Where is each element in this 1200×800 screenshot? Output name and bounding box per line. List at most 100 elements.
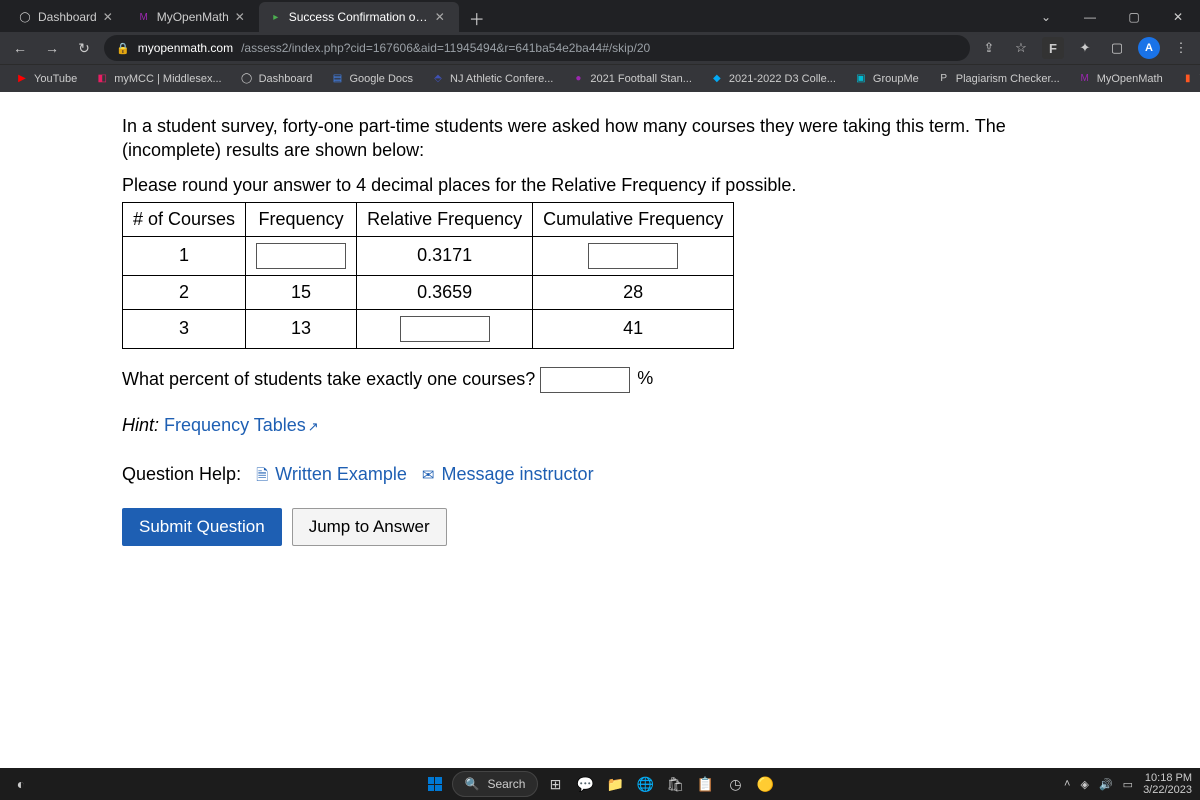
new-tab-button[interactable]: ＋ — [463, 4, 491, 32]
profile-avatar[interactable]: A — [1138, 37, 1160, 59]
close-icon[interactable]: ✕ — [103, 10, 117, 24]
system-clock[interactable]: 10:18 PM 3/22/2023 — [1143, 772, 1192, 796]
jump-button[interactable]: Jump to Answer — [292, 508, 447, 546]
url-domain: myopenmath.com — [138, 41, 233, 55]
dashboard-icon: ◯ — [240, 72, 254, 86]
bookmark-youtube[interactable]: ▶YouTube — [8, 69, 84, 89]
bookmark-d3colle[interactable]: ◆2021-2022 D3 Colle... — [703, 69, 843, 89]
rel-input-row3[interactable] — [400, 316, 490, 342]
youtube-icon: ▶ — [15, 72, 29, 86]
volume-icon[interactable]: 🔊 — [1099, 778, 1113, 791]
back-button[interactable]: ← — [8, 36, 32, 60]
start-button[interactable] — [422, 771, 448, 797]
cell-rel — [357, 309, 533, 348]
battery-icon[interactable]: ▭ — [1123, 778, 1133, 791]
close-icon[interactable]: ✕ — [435, 10, 449, 24]
vitalsource-icon: ▮ — [1181, 72, 1195, 86]
groupme-icon: ▣ — [854, 72, 868, 86]
bookmark-mymcc[interactable]: ◧myMCC | Middlesex... — [88, 69, 228, 89]
f-icon[interactable]: F — [1042, 37, 1064, 59]
table-row: 2 15 0.3659 28 — [123, 275, 734, 309]
bookmark-gdocs[interactable]: ▤Google Docs — [323, 69, 420, 89]
bookmark-vitalsource[interactable]: ▮VitalSource Booksh... — [1174, 69, 1200, 89]
maximize-button[interactable]: ▢ — [1112, 2, 1156, 32]
hint-link[interactable]: Frequency Tables↗ — [164, 415, 319, 435]
cell-cum: 41 — [533, 309, 734, 348]
col-frequency: Frequency — [246, 202, 357, 236]
external-link-icon: ↗ — [308, 419, 319, 434]
search-placeholder: Search — [487, 777, 525, 791]
bookmark-groupme[interactable]: ▣GroupMe — [847, 69, 926, 89]
close-icon[interactable]: ✕ — [235, 10, 249, 24]
question-help-row: Question Help: 🗎 Written Example ✉ Messa… — [122, 464, 1100, 490]
rounding-note: Please round your answer to 4 decimal pl… — [122, 175, 1100, 196]
bookmark-plagiarism[interactable]: PPlagiarism Checker... — [930, 69, 1067, 89]
app-icon[interactable]: 📋 — [692, 771, 718, 797]
message-instructor-link[interactable]: ✉ Message instructor — [422, 464, 594, 484]
explorer-icon[interactable]: 📁 — [602, 771, 628, 797]
clock-date: 3/22/2023 — [1143, 784, 1192, 796]
nj-icon: ⬘ — [431, 72, 445, 86]
bookmark-label: 2021 Football Stan... — [590, 73, 692, 85]
weather-widget[interactable]: ◐ — [8, 771, 34, 797]
tab-strip: ◯ Dashboard ✕ M MyOpenMath ✕ ▸ Success C… — [0, 0, 1200, 32]
cell-freq: 15 — [246, 275, 357, 309]
bookmark-football[interactable]: ●2021 Football Stan... — [564, 69, 699, 89]
reload-button[interactable]: ↻ — [72, 36, 96, 60]
percent-q-text: What percent of students take exactly on… — [122, 368, 535, 388]
cell-courses: 3 — [123, 309, 246, 348]
taskbar-search[interactable]: 🔍 Search — [452, 771, 539, 797]
cell-rel: 0.3659 — [357, 275, 533, 309]
cum-input-row1[interactable] — [588, 243, 678, 269]
chevron-down-icon[interactable]: ⌄ — [1024, 2, 1068, 32]
written-example-text: Written Example — [275, 464, 407, 484]
star-icon[interactable]: ☆ — [1010, 37, 1032, 59]
freq-input-row1[interactable] — [256, 243, 346, 269]
hint-label: Hint: — [122, 415, 159, 435]
percent-sign: % — [637, 368, 653, 388]
bookmark-label: Plagiarism Checker... — [956, 73, 1060, 85]
app-icon-2[interactable]: ◷ — [722, 771, 748, 797]
bookmark-njathletic[interactable]: ⬘ NJ Athletic Confere... — [424, 69, 560, 89]
edge-icon[interactable]: 🌐 — [632, 771, 658, 797]
close-window-button[interactable]: ✕ — [1156, 2, 1200, 32]
address-bar: ← → ↻ 🔒 myopenmath.com/assess2/index.php… — [0, 32, 1200, 64]
mom-icon: M — [1078, 72, 1092, 86]
mail-icon: ✉ — [422, 467, 435, 484]
minimize-button[interactable]: — — [1068, 2, 1112, 32]
percent-input[interactable] — [540, 367, 630, 393]
frequency-table: # of Courses Frequency Relative Frequenc… — [122, 202, 734, 349]
taskbar: ◐ 🔍 Search ⊞ 💬 📁 🌐 🛍 📋 ◷ 🟡 ˄ ◈ 🔊 ▭ 10:18… — [0, 768, 1200, 800]
table-row: 1 0.3171 — [123, 236, 734, 275]
cell-rel: 0.3171 — [357, 236, 533, 275]
bookmark-label: myMCC | Middlesex... — [114, 73, 221, 85]
panel-icon[interactable]: ▢ — [1106, 37, 1128, 59]
col-cumulative: Cumulative Frequency — [533, 202, 734, 236]
wifi-icon[interactable]: ◈ — [1080, 778, 1088, 791]
task-view-icon[interactable]: ⊞ — [542, 771, 568, 797]
url-path: /assess2/index.php?cid=167606&aid=119454… — [241, 41, 650, 55]
store-icon[interactable]: 🛍 — [662, 771, 688, 797]
page-viewport: In a student survey, forty-one part-time… — [0, 92, 1200, 768]
browser-tab-active[interactable]: ▸ Success Confirmation of Questio ✕ — [259, 2, 459, 32]
bookmark-label: Google Docs — [349, 73, 413, 85]
menu-icon[interactable]: ⋮ — [1170, 37, 1192, 59]
bookmark-dashboard[interactable]: ◯Dashboard — [233, 69, 320, 89]
chrome-icon[interactable]: 🟡 — [752, 771, 778, 797]
extensions-icon[interactable]: ✦ — [1074, 37, 1096, 59]
browser-tab-dashboard[interactable]: ◯ Dashboard ✕ — [8, 2, 127, 32]
url-input[interactable]: 🔒 myopenmath.com/assess2/index.php?cid=1… — [104, 35, 970, 61]
submit-button[interactable]: Submit Question — [122, 508, 282, 546]
share-icon[interactable]: ⇪ — [978, 37, 1000, 59]
bookmark-myopenmath[interactable]: MMyOpenMath — [1071, 69, 1170, 89]
written-example-link[interactable]: 🗎 Written Example — [256, 464, 407, 484]
chat-icon[interactable]: 💬 — [572, 771, 598, 797]
bookmark-label: NJ Athletic Confere... — [450, 73, 553, 85]
favicon-success: ▸ — [269, 10, 283, 24]
forward-button[interactable]: → — [40, 36, 64, 60]
tab-title: Success Confirmation of Questio — [289, 10, 429, 24]
chevron-up-icon[interactable]: ˄ — [1064, 778, 1070, 790]
cell-courses: 2 — [123, 275, 246, 309]
browser-tab-myopenmath[interactable]: M MyOpenMath ✕ — [127, 2, 259, 32]
lock-icon: 🔒 — [116, 42, 130, 55]
